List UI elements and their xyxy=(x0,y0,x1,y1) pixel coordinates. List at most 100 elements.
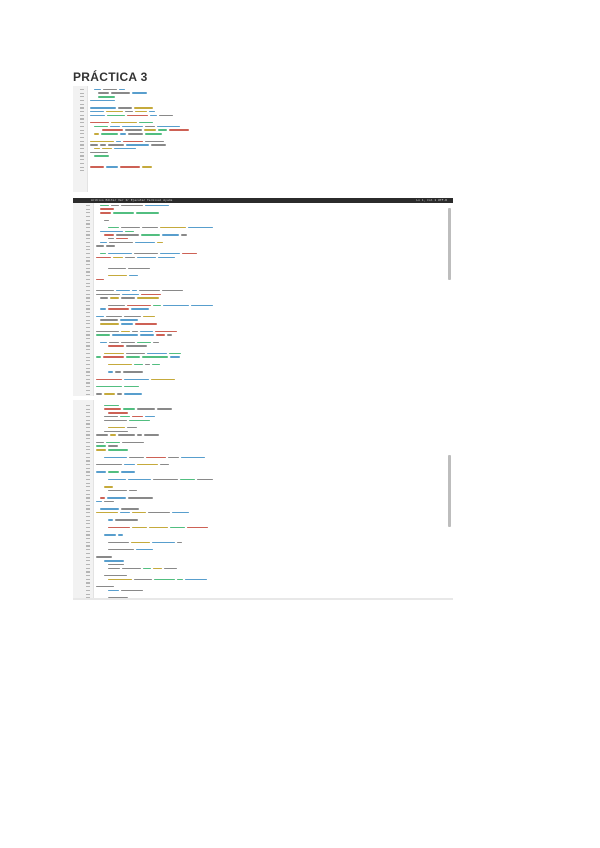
code-token xyxy=(98,96,115,98)
code-token xyxy=(145,140,164,142)
code-token xyxy=(162,234,179,236)
code-token xyxy=(153,478,178,481)
code-line xyxy=(73,474,453,477)
code-token xyxy=(136,549,153,551)
code-line xyxy=(73,534,453,537)
code-token xyxy=(126,345,147,347)
code-line xyxy=(73,252,453,255)
code-token xyxy=(131,541,150,544)
line-number xyxy=(86,275,90,277)
code-token xyxy=(100,341,107,344)
code-token xyxy=(146,456,166,458)
code-token xyxy=(108,589,119,592)
line-number xyxy=(86,538,90,540)
code-token xyxy=(149,110,155,113)
code-line xyxy=(73,337,453,340)
code-token xyxy=(108,426,125,429)
code-token xyxy=(148,512,170,514)
code-token xyxy=(155,330,177,332)
code-token xyxy=(137,408,155,410)
code-token xyxy=(135,241,155,244)
code-token xyxy=(151,378,175,381)
code-line xyxy=(73,515,453,518)
code-token xyxy=(151,144,166,146)
line-number xyxy=(86,360,90,362)
line-number xyxy=(80,162,84,165)
line-number xyxy=(86,441,90,444)
code-token xyxy=(115,519,138,521)
line-number xyxy=(86,493,90,495)
code-line xyxy=(73,519,453,522)
code-token xyxy=(96,463,122,466)
code-line xyxy=(73,559,453,562)
code-token xyxy=(100,144,106,146)
code-token xyxy=(160,252,180,255)
code-line xyxy=(73,245,453,248)
code-token xyxy=(188,226,213,229)
code-line xyxy=(73,363,453,366)
code-token xyxy=(104,486,113,488)
code-token xyxy=(109,341,119,344)
line-number xyxy=(86,367,90,369)
code-line xyxy=(73,467,453,470)
line-number xyxy=(80,133,84,135)
line-number xyxy=(86,227,90,229)
code-token xyxy=(102,129,123,131)
code-line xyxy=(73,426,453,429)
line-number xyxy=(80,103,84,105)
code-token xyxy=(90,144,98,146)
code-line xyxy=(73,274,453,277)
line-number xyxy=(86,389,90,392)
code-token xyxy=(106,166,118,168)
line-number xyxy=(86,349,90,351)
code-token xyxy=(140,330,153,332)
code-token xyxy=(154,578,175,581)
code-token xyxy=(177,578,183,581)
code-token xyxy=(122,293,139,295)
code-token xyxy=(121,323,133,325)
code-line xyxy=(73,334,453,337)
line-number xyxy=(80,88,84,91)
code-token xyxy=(156,334,165,336)
menubar-status: Ln 1, Col 1 UTF-8 xyxy=(416,198,447,202)
code-token xyxy=(111,204,119,207)
code-line xyxy=(73,136,203,139)
code-token xyxy=(132,526,147,529)
code-token xyxy=(108,144,124,146)
code-line xyxy=(73,541,453,544)
code-token xyxy=(96,378,122,381)
line-number xyxy=(86,264,90,266)
code-token xyxy=(108,445,118,447)
code-token xyxy=(96,356,101,358)
code-token xyxy=(103,88,117,91)
code-token xyxy=(90,107,116,109)
menubar-menu: Archivo Editar Ver Ir Ejecutar Terminal … xyxy=(91,198,173,202)
code-token xyxy=(108,238,114,240)
code-line xyxy=(73,359,453,362)
code-line xyxy=(73,471,453,474)
code-token xyxy=(100,208,114,210)
code-token xyxy=(123,371,143,373)
code-line xyxy=(73,223,453,226)
code-token xyxy=(94,125,108,128)
code-token xyxy=(159,114,173,117)
code-token xyxy=(168,456,179,458)
code-token xyxy=(125,256,135,258)
code-line xyxy=(73,308,453,311)
code-token xyxy=(124,315,141,318)
line-number xyxy=(86,586,90,588)
code-line xyxy=(73,322,453,325)
code-token xyxy=(104,456,127,458)
code-token xyxy=(94,155,109,157)
code-token xyxy=(140,334,154,336)
code-token xyxy=(147,352,167,355)
line-number xyxy=(86,256,90,258)
code-line xyxy=(73,267,453,270)
line-number xyxy=(86,271,90,273)
line-number xyxy=(86,456,90,458)
line-number xyxy=(86,393,90,395)
code-token xyxy=(90,140,114,142)
line-number xyxy=(86,552,90,555)
line-number xyxy=(86,234,90,236)
code-token xyxy=(124,463,135,466)
